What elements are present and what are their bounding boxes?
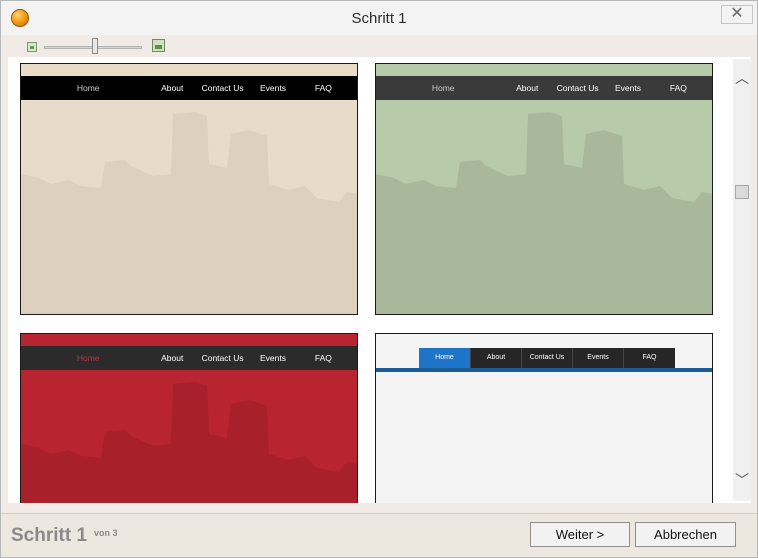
- close-button[interactable]: ✕: [721, 5, 753, 24]
- city-skyline-image: [376, 112, 712, 314]
- scroll-thumb[interactable]: [735, 185, 749, 199]
- nav-item: Home: [431, 83, 455, 93]
- nav-item: About: [470, 348, 521, 368]
- nav-item: FAQ: [314, 83, 332, 93]
- step-count: von 3: [94, 528, 118, 538]
- nav-item-active: Home: [419, 348, 470, 368]
- nav-item: Events: [260, 353, 286, 363]
- image-large-icon: [152, 39, 165, 52]
- template-nav: Home About Contact Us Events FAQ: [21, 76, 357, 100]
- nav-item: Events: [260, 83, 286, 93]
- template-top-band: [376, 64, 712, 76]
- zoom-toolbar: [8, 35, 751, 57]
- template-top-band: [21, 334, 357, 346]
- next-button[interactable]: Weiter >: [530, 522, 630, 547]
- template-header-stripe: [376, 368, 712, 372]
- template-nav: Home About Contact Us Events FAQ: [21, 346, 357, 370]
- step-label: Schritt 1: [11, 525, 88, 546]
- wizard-window: Schritt 1 ✕ Home About Contact Us Events…: [0, 0, 758, 558]
- window-title: Schritt 1: [351, 10, 407, 27]
- vertical-scrollbar[interactable]: ︿ ﹀: [733, 59, 751, 501]
- nav-item: About: [161, 83, 184, 93]
- nav-item: Events: [572, 348, 623, 368]
- nav-item: About: [516, 83, 539, 93]
- nav-item: FAQ: [314, 353, 332, 363]
- city-skyline-image: [21, 112, 357, 314]
- nav-item: Home: [76, 83, 100, 93]
- nav-item: FAQ: [623, 348, 675, 368]
- template-thumbnail-red[interactable]: Home About Contact Us Events FAQ: [20, 333, 358, 503]
- cancel-button[interactable]: Abbrechen: [635, 522, 736, 547]
- template-nav: Home About Contact Us Events FAQ: [419, 348, 675, 368]
- template-thumbnail-white[interactable]: Home About Contact Us Events FAQ: [375, 333, 713, 503]
- nav-item: Home: [76, 353, 100, 363]
- nav-item: Contact Us: [556, 83, 599, 93]
- nav-item: Events: [615, 83, 641, 93]
- title-bar: Schritt 1 ✕: [1, 1, 757, 35]
- template-thumbnail-beige[interactable]: Home About Contact Us Events FAQ: [20, 63, 358, 315]
- scroll-up-arrow-icon[interactable]: ︿: [733, 69, 751, 87]
- wizard-footer: Schritt 1 von 3 Weiter > Abbrechen: [1, 513, 757, 557]
- template-nav: Home About Contact Us Events FAQ: [376, 76, 712, 100]
- nav-item: Contact Us: [201, 83, 244, 93]
- city-skyline-image: [21, 382, 357, 503]
- zoom-slider-thumb[interactable]: [92, 38, 98, 54]
- nav-item: About: [161, 353, 184, 363]
- scroll-down-arrow-icon[interactable]: ﹀: [733, 471, 751, 489]
- template-top-band: [21, 64, 357, 76]
- nav-item: Contact Us: [521, 348, 572, 368]
- template-thumbnail-green[interactable]: Home About Contact Us Events FAQ: [375, 63, 713, 315]
- nav-item: FAQ: [669, 83, 687, 93]
- image-small-icon: [27, 42, 37, 52]
- nav-item: Contact Us: [201, 353, 244, 363]
- template-gallery: Home About Contact Us Events FAQ Home Ab…: [8, 57, 751, 503]
